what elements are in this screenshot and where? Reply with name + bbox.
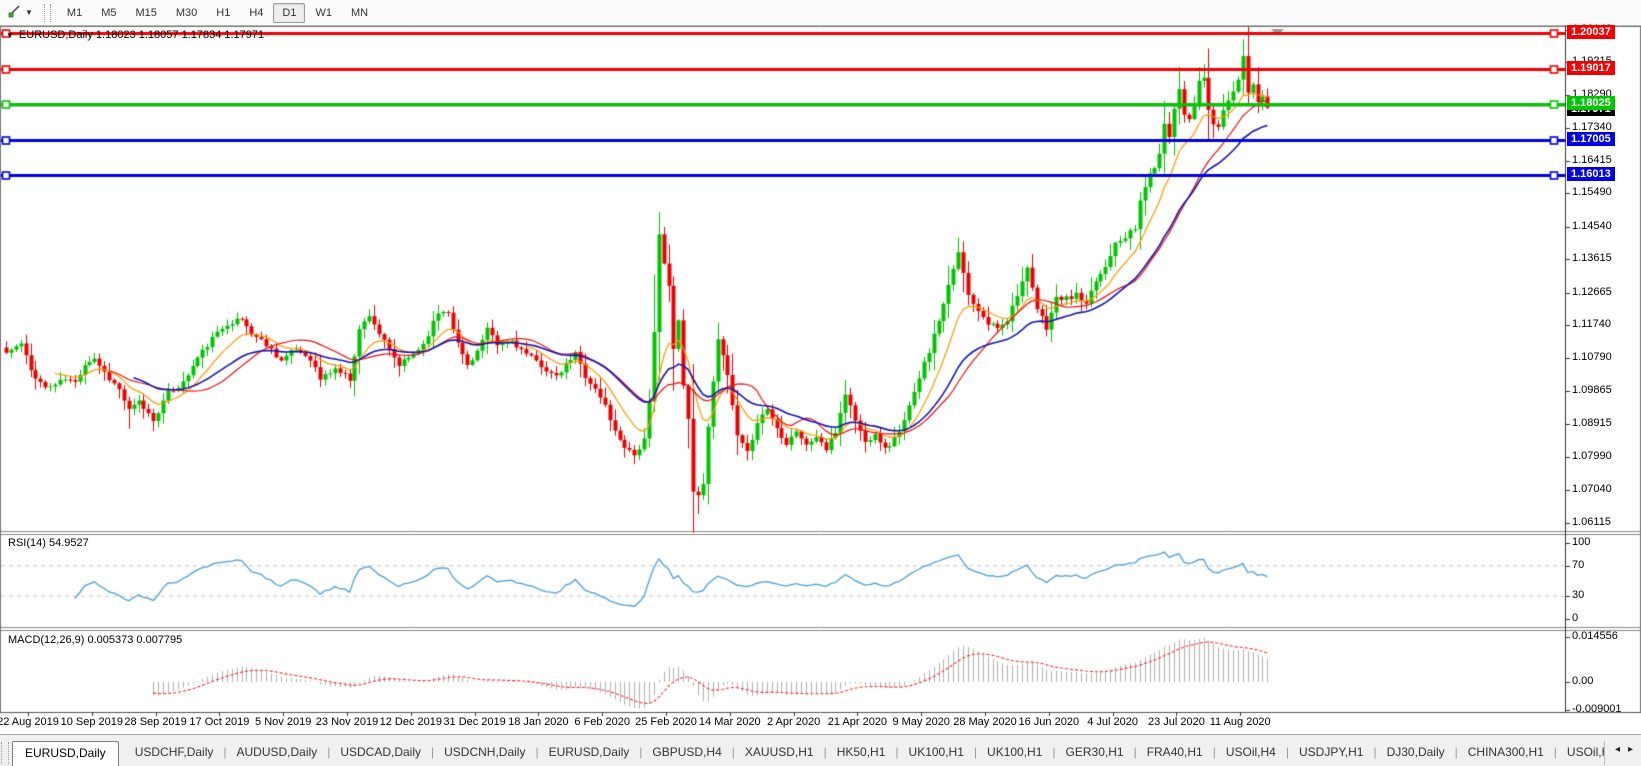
timeframe-button-m30[interactable]: M30 xyxy=(167,3,206,23)
toolbar-grip[interactable] xyxy=(43,3,51,22)
tab-item[interactable]: AUDUSD,Daily xyxy=(227,741,328,766)
chart-title-text: EURUSD,Daily 1.18023 1.18057 1.17834 1.1… xyxy=(18,29,265,41)
price-tick-label: 1.09865 xyxy=(1572,383,1612,396)
rsi-tick-label: 70 xyxy=(1572,558,1585,571)
tab-item[interactable]: USOil,H4 xyxy=(1216,741,1286,766)
mt4-window: ▼ M1 M5 M15 M30 H1 H4 D1 W1 MN ▼ EURUSD,Daily 1.… xyxy=(0,0,1641,766)
price-tick-label: 1.16415 xyxy=(1572,153,1612,166)
rsi-tick-label: 100 xyxy=(1572,536,1591,548)
date-label: 10 Sep 2019 xyxy=(60,716,123,728)
date-label: 9 May 2020 xyxy=(892,716,950,728)
timeframe-button-h4[interactable]: H4 xyxy=(240,3,272,23)
macd-tick-label: -0.009001 xyxy=(1572,703,1622,715)
timeframe-button-d1[interactable]: D1 xyxy=(273,2,306,23)
date-label: 14 Mar 2020 xyxy=(698,716,761,728)
date-label: 23 Jul 2020 xyxy=(1147,716,1205,728)
tab-item[interactable]: EURUSD,Daily xyxy=(539,741,640,766)
date-label: 4 Jul 2020 xyxy=(1087,716,1138,728)
tabs-scroll-right-button[interactable]: ▸ xyxy=(1628,745,1633,755)
macd-tick-label: 0.00 xyxy=(1572,675,1594,687)
tab-item-active[interactable]: EURUSD,Daily xyxy=(12,741,119,766)
toolbar: ▼ M1 M5 M15 M30 H1 H4 D1 W1 MN xyxy=(0,0,1641,26)
chart-tabs: EURUSD,Daily USDCHF,Daily | AUDUSD,Daily | US… xyxy=(12,735,1604,766)
tabs-scroll-left-button[interactable]: ◂ xyxy=(1615,745,1620,755)
timeframe-button-m5[interactable]: M5 xyxy=(92,3,125,23)
date-label: 11 Aug 2020 xyxy=(1209,716,1271,728)
date-label: 28 May 2020 xyxy=(953,716,1017,728)
macd-tick-label: 0.014556 xyxy=(1572,630,1618,642)
chart-area: ▼ EURUSD,Daily 1.18023 1.18057 1.17834 1… xyxy=(0,23,1641,734)
price-tick-label: 1.08915 xyxy=(1572,417,1612,430)
tab-item[interactable]: DJ30,Daily xyxy=(1377,741,1455,766)
date-label: 23 Nov 2019 xyxy=(315,716,379,728)
date-label: 25 Feb 2020 xyxy=(635,716,697,728)
tab-item[interactable]: UK100,H1 xyxy=(977,741,1052,766)
dropdown-arrow-icon: ▼ xyxy=(25,7,33,17)
price-tick-label: 1.06115 xyxy=(1572,515,1611,528)
tab-item[interactable]: USDCAD,Daily xyxy=(330,741,431,766)
hline-price-label: 1.18025 xyxy=(1567,96,1615,111)
date-label: 31 Dec 2019 xyxy=(443,716,506,728)
date-label: 17 Oct 2019 xyxy=(189,716,250,728)
hline-price-label: 1.16013 xyxy=(1567,166,1615,181)
price-tick-label: 1.11740 xyxy=(1572,318,1611,331)
price-tick-label: 1.07040 xyxy=(1572,483,1612,496)
timeframe-toolbar: M1 M5 M15 M30 H1 H4 D1 W1 MN xyxy=(58,2,378,23)
date-label: 16 Jun 2020 xyxy=(1018,716,1080,728)
tab-item[interactable]: USDJPY,H1 xyxy=(1289,741,1373,766)
cursor-tool-button[interactable]: ▼ xyxy=(2,0,40,26)
tab-item[interactable]: GBPUSD,H4 xyxy=(642,741,731,766)
date-label: 28 Sep 2019 xyxy=(124,716,187,728)
hline-price-label: 1.17005 xyxy=(1567,131,1615,146)
tab-item[interactable]: GER30,H1 xyxy=(1056,741,1134,766)
date-label: 12 Dec 2019 xyxy=(379,716,442,728)
tab-item[interactable]: CHINA300,H1 xyxy=(1458,741,1554,766)
hline-price-label: 1.20037 xyxy=(1567,25,1615,40)
tab-item[interactable]: XAUUSD,H1 xyxy=(735,741,824,766)
tabbar-grip[interactable] xyxy=(1,742,9,764)
date-label: 21 Apr 2020 xyxy=(827,716,888,728)
tabs-scroll-arrows: ◂ ▸ xyxy=(1603,741,1641,765)
timeframe-button-mn[interactable]: MN xyxy=(342,3,377,23)
date-label: 5 Nov 2019 xyxy=(255,716,312,728)
price-tick-label: 1.12665 xyxy=(1572,285,1612,298)
timeframe-button-w1[interactable]: W1 xyxy=(306,3,341,23)
tab-item[interactable]: HK50,H1 xyxy=(827,741,896,766)
crosshair-tool-icon xyxy=(7,3,22,23)
chart-title: ▼ EURUSD,Daily 1.18023 1.18057 1.17834 1… xyxy=(6,29,264,41)
rsi-tick-label: 30 xyxy=(1572,589,1585,602)
timeframe-button-m15[interactable]: M15 xyxy=(126,3,165,23)
tab-item[interactable]: USDCHF,Daily xyxy=(125,741,224,766)
date-label: 6 Feb 2020 xyxy=(574,716,631,728)
date-label: 22 Aug 2019 xyxy=(0,716,59,728)
price-chart-canvas[interactable] xyxy=(0,26,1641,734)
macd-indicator-label: MACD(12,26,9) 0.005373 0.007795 xyxy=(8,634,183,646)
date-label: 18 Jan 2020 xyxy=(508,716,569,728)
timeframe-button-m1[interactable]: M1 xyxy=(58,3,91,23)
price-tick-label: 1.07990 xyxy=(1572,449,1612,462)
price-tick-label: 1.13615 xyxy=(1572,252,1612,265)
rsi-tick-label: 0 xyxy=(1572,612,1579,624)
chart-tabs-bar: EURUSD,Daily USDCHF,Daily | AUDUSD,Daily | US… xyxy=(0,734,1641,766)
date-label: 2 Apr 2020 xyxy=(766,716,821,728)
symbol-dropdown-icon[interactable]: ▼ xyxy=(6,31,14,40)
price-tick-label: 1.10790 xyxy=(1572,351,1612,364)
tab-item[interactable]: FRA40,H1 xyxy=(1137,741,1213,766)
tab-item[interactable]: USDCNH,Daily xyxy=(434,741,535,766)
price-tick-label: 1.14540 xyxy=(1572,219,1612,232)
tab-item[interactable]: USOil,H1 xyxy=(1557,741,1604,766)
rsi-indicator-label: RSI(14) 54.9527 xyxy=(8,537,89,549)
tab-item[interactable]: UK100,H1 xyxy=(899,741,974,766)
timeframe-button-h1[interactable]: H1 xyxy=(207,3,239,23)
hline-price-label: 1.19017 xyxy=(1567,61,1615,76)
price-tick-label: 1.15490 xyxy=(1572,186,1612,199)
